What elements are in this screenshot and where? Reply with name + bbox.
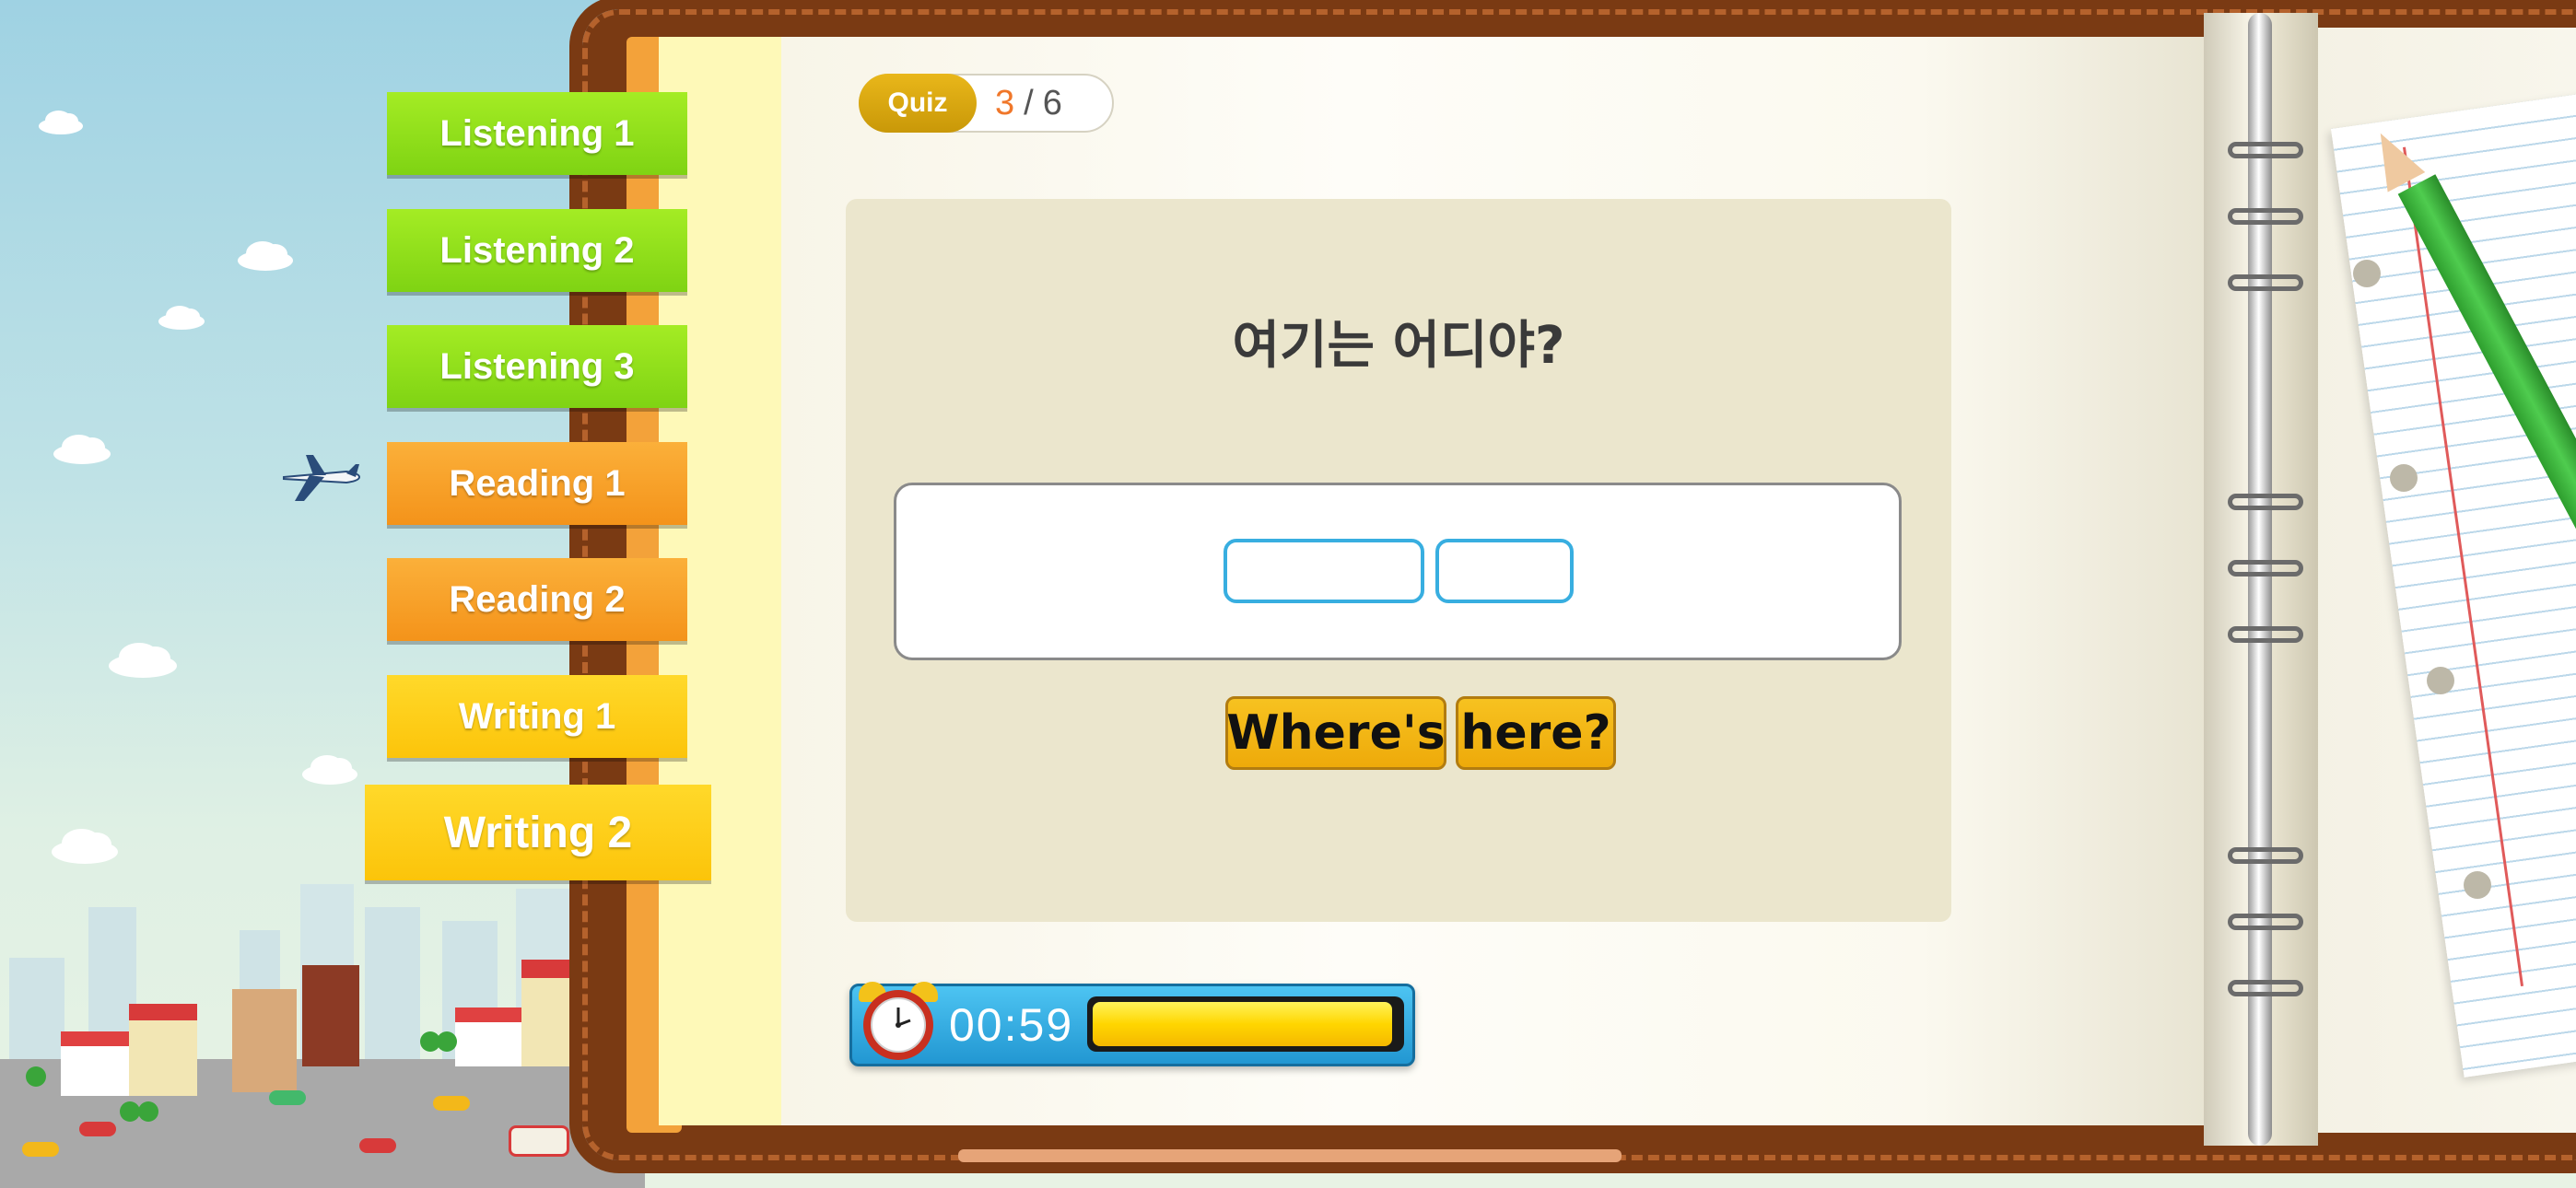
shop-building [455,1007,531,1066]
paper-hole [2427,667,2454,694]
car-decoration [22,1142,59,1157]
quiz-counter: 3 / 6 [995,74,1062,133]
tab-listening-2[interactable]: Listening 2 [387,209,687,292]
tab-writing-1[interactable]: Writing 1 [387,675,687,758]
car-decoration [433,1096,470,1111]
timer-readout: 00:59 [949,999,1074,1051]
quiz-separator: / [1024,83,1034,122]
cloud-decoration [238,241,293,271]
word-tile-wheres[interactable]: Where's [1225,696,1446,770]
answer-slot-1[interactable] [1224,539,1424,603]
quiz-total-number: 6 [1042,83,1062,122]
tree-decoration [120,1101,140,1122]
car-decoration [359,1138,396,1153]
car-decoration [79,1122,116,1136]
timer-bar-fill [1093,1002,1393,1046]
skyline-decoration [365,907,420,1064]
binder-ring [2228,560,2303,577]
paper-hole [2464,871,2491,899]
brick-building [302,965,359,1066]
cloud-decoration [52,829,118,864]
apartment-building [232,989,297,1092]
cloud-decoration [302,755,357,785]
binder-ring [2228,847,2303,864]
tree-decoration [138,1101,158,1122]
house-building [521,960,586,1066]
binder-ring [2228,208,2303,225]
house-building [129,1004,197,1096]
car-decoration [269,1090,306,1105]
paper-hole [2390,464,2418,492]
tab-listening-1[interactable]: Listening 1 [387,92,687,175]
binder-ring [2228,142,2303,158]
game-scene: Listening 1 Listening 2 Listening 3 Read… [0,0,2576,1188]
tab-reading-2[interactable]: Reading 2 [387,558,687,641]
tab-writing-2[interactable]: Writing 2 [365,785,711,880]
tab-reading-1[interactable]: Reading 1 [387,442,687,525]
cloud-decoration [109,643,177,678]
alarm-clock-icon [863,990,933,1060]
question-prompt: 여기는 어디야? [1232,316,1565,376]
binder-ring-bar [2248,13,2272,1146]
cloud-decoration [53,435,111,464]
binder-ring [2228,980,2303,996]
binder-ring [2228,274,2303,291]
cloud-decoration [158,305,205,330]
notebook-bottom-tab [958,1149,1622,1162]
cloud-decoration [39,110,83,134]
airplane-icon [283,455,361,501]
binder-ring [2228,914,2303,930]
tree-decoration [437,1031,457,1052]
answer-slot-2[interactable] [1435,539,1574,603]
paper-hole [2353,260,2381,287]
tab-listening-3[interactable]: Listening 3 [387,325,687,408]
quiz-current-number: 3 [995,83,1015,122]
skyline-decoration [9,958,64,1068]
binder-ring [2228,626,2303,643]
word-tile-here[interactable]: here? [1456,696,1616,770]
quiz-badge: Quiz [859,74,977,133]
tree-decoration [26,1066,46,1087]
bus-decoration [509,1125,569,1157]
binder-ring [2228,494,2303,510]
